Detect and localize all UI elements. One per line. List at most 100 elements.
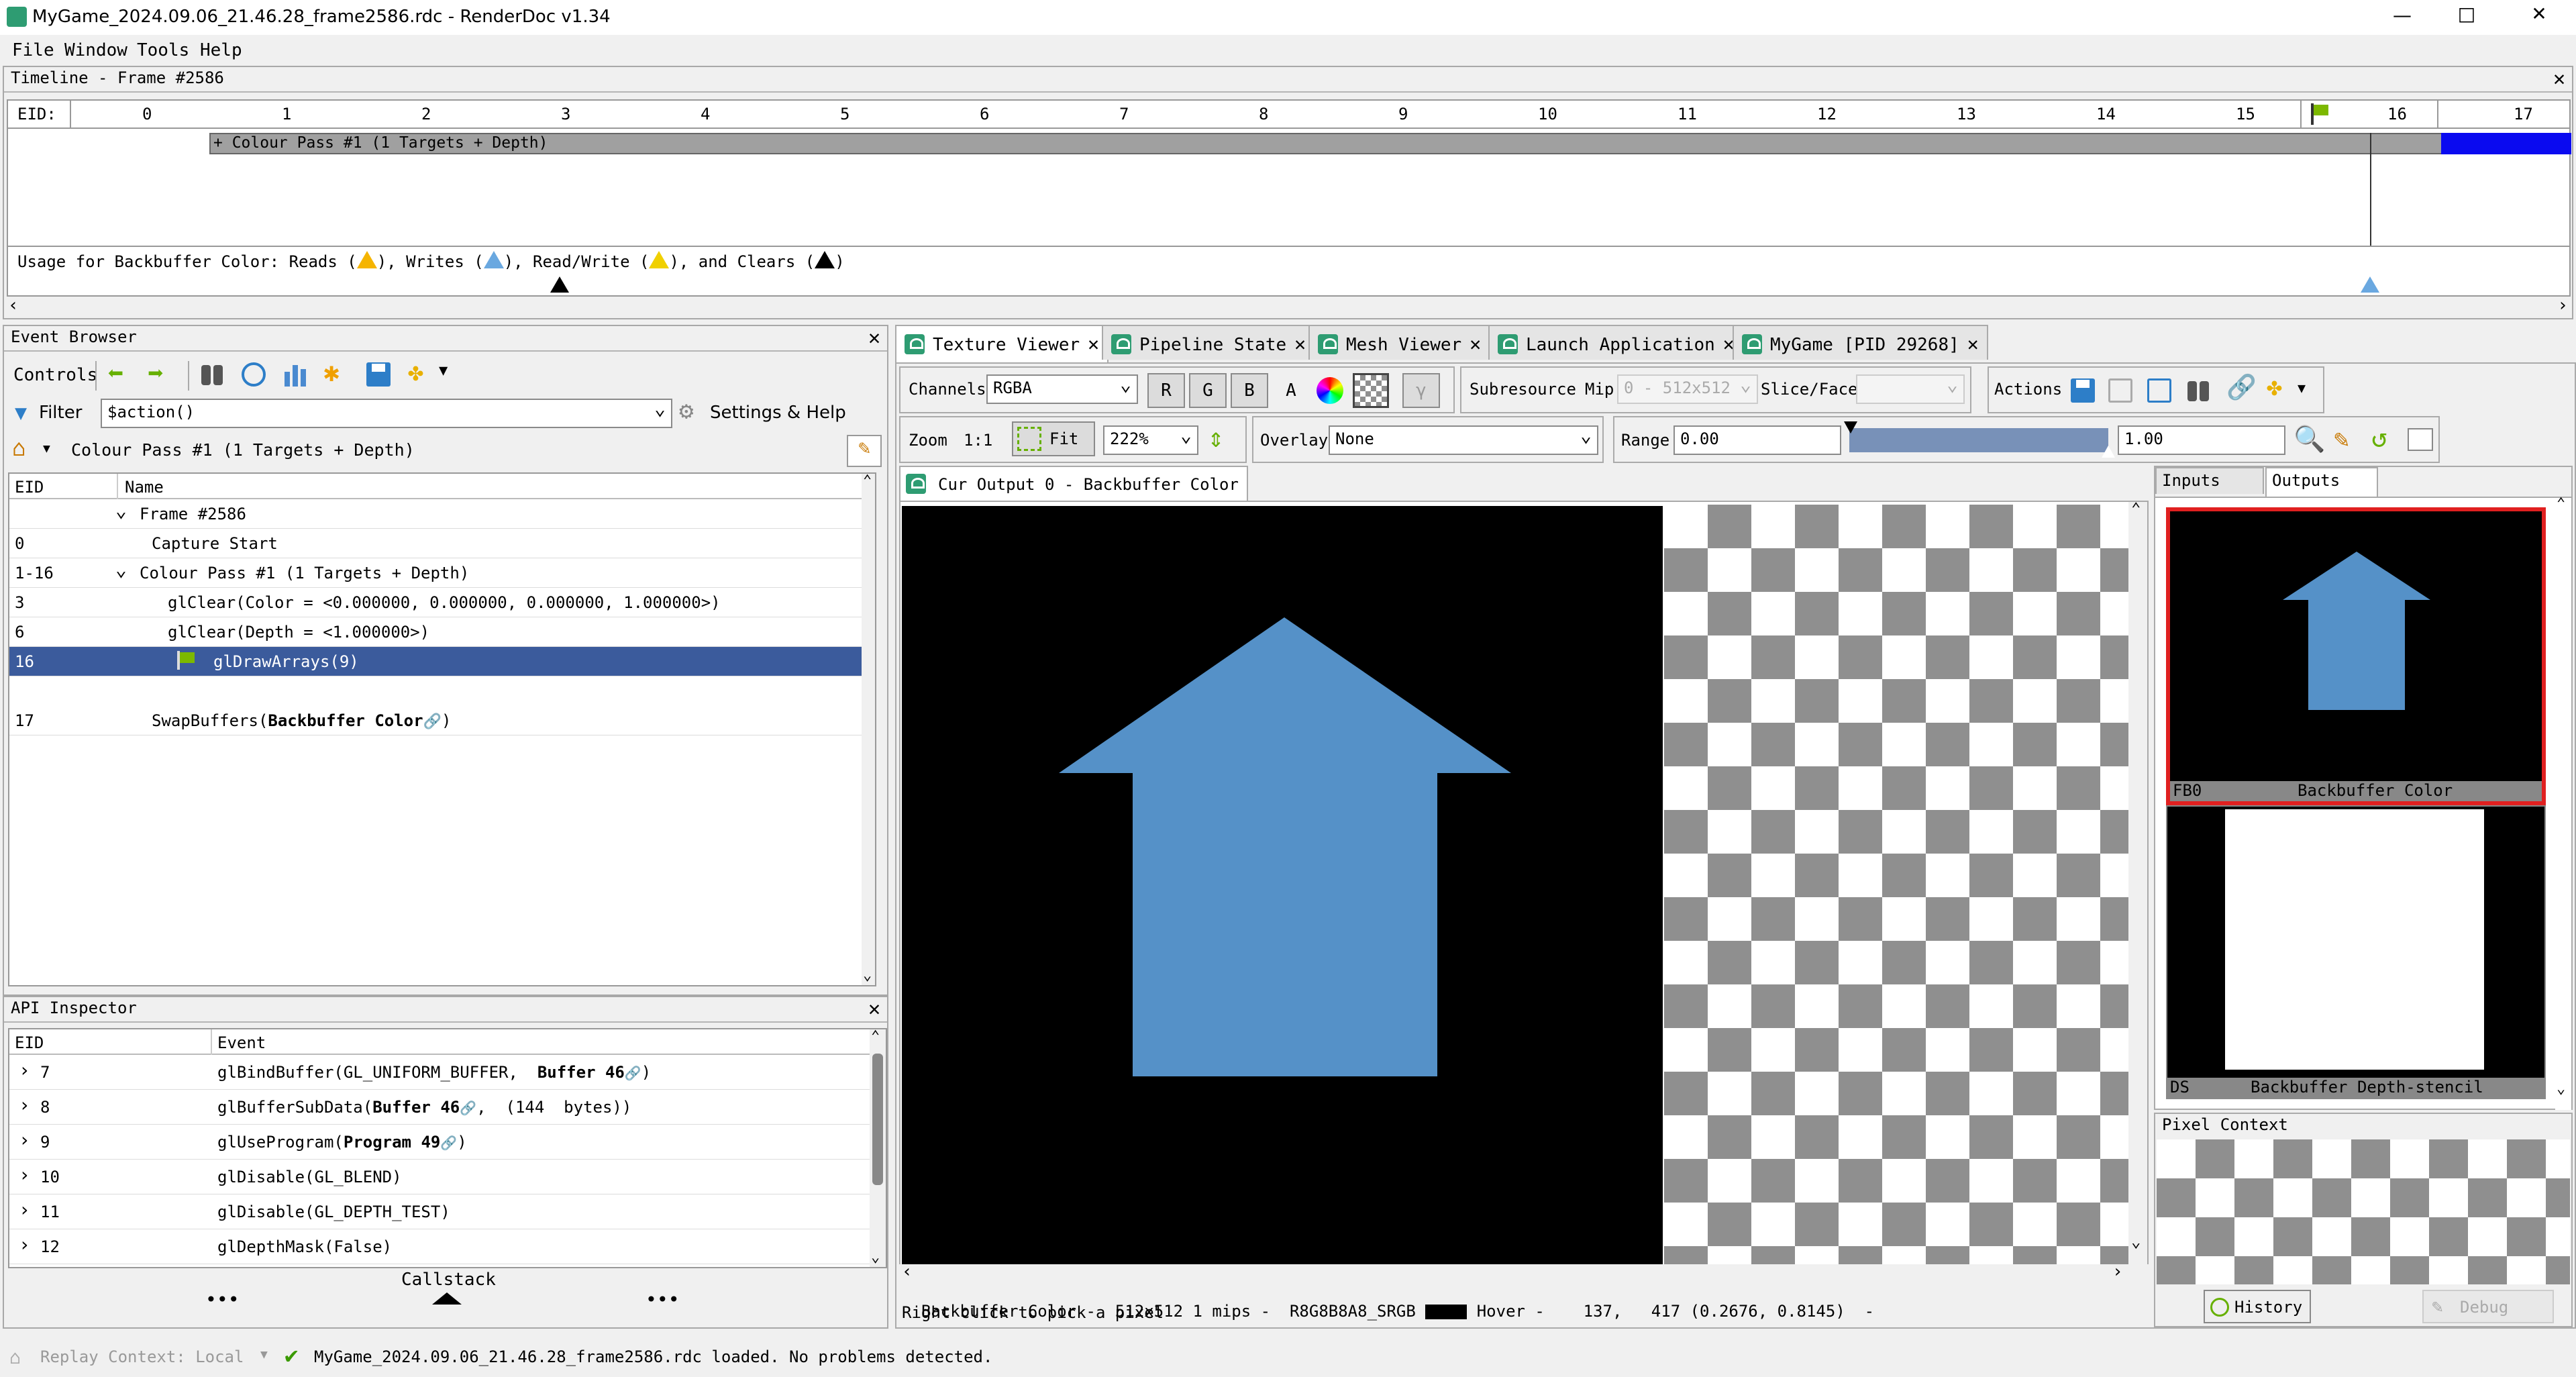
scroll-thumb[interactable] (872, 1054, 883, 1185)
scroll-left-icon[interactable]: ‹ (902, 1262, 913, 1282)
api-row[interactable]: › 10 glDisable(GL_BLEND) (9, 1160, 870, 1194)
channel-g-toggle[interactable]: G (1189, 373, 1227, 408)
viewport-vscroll[interactable]: ⌃ ⌄ (2128, 502, 2147, 1264)
minimize-button[interactable]: — (2382, 4, 2422, 26)
viewport-hscroll[interactable]: ‹ › (899, 1262, 2149, 1283)
event-browser-close-icon[interactable]: ✕ (864, 327, 884, 349)
link-icon[interactable]: 🔗 (423, 713, 442, 730)
timeline-close-icon[interactable]: ✕ (2549, 68, 2569, 90)
callstack-expand-icon[interactable] (432, 1292, 462, 1305)
event-row-swapbuffers[interactable]: 17 SwapBuffers(Backbuffer Color🔗) (9, 706, 862, 735)
expand-chevron-icon[interactable]: ⌄ (115, 499, 127, 521)
timeline-hscroll[interactable]: ‹ › (7, 295, 2571, 317)
channel-b-toggle[interactable]: B (1231, 373, 1268, 408)
column-eid[interactable]: EID (15, 1033, 44, 1052)
history-button[interactable]: History (2204, 1290, 2311, 1323)
open-resource-link-icon[interactable]: 🔗 (2226, 373, 2257, 401)
scroll-down-icon[interactable]: ⌄ (871, 1249, 880, 1266)
tab-pipeline-state[interactable]: Pipeline State ✕ (1102, 325, 1316, 360)
api-row[interactable]: › 12 glDepthMask(False) (9, 1229, 870, 1264)
zoom-one-to-one-button[interactable]: 1:1 (964, 431, 992, 450)
timeline-events[interactable]: + Colour Pass #1 (1 Targets + Depth) (7, 129, 2571, 247)
scroll-left-icon[interactable]: ‹ (8, 295, 19, 315)
api-row[interactable]: ›13glEnable(GL_CULL_FACE) (9, 1264, 870, 1267)
tab-outputs[interactable]: Outputs (2265, 467, 2378, 497)
range-max-input[interactable]: 1.00 (2118, 425, 2285, 455)
range-min-handle[interactable] (1844, 421, 1857, 434)
event-row[interactable]: 1-16 ⌄ Colour Pass #1 (1 Targets + Depth) (9, 558, 862, 588)
breadcrumb[interactable]: Colour Pass #1 (1 Targets + Depth) (71, 440, 415, 460)
expand-chevron-icon[interactable]: › (19, 1164, 30, 1186)
output-tab[interactable]: Cur Output 0 - Backbuffer Color (899, 466, 1248, 501)
scroll-down-icon[interactable]: ⌄ (2131, 1232, 2141, 1251)
link-icon[interactable]: 🔗 (460, 1100, 476, 1116)
column-name[interactable]: Name (125, 478, 164, 497)
expand-chevron-icon[interactable]: › (19, 1233, 30, 1256)
scroll-up-icon[interactable]: ⌃ (2131, 502, 2141, 518)
backbuffer-color-link[interactable]: Backbuffer Color (268, 711, 423, 730)
scroll-right-icon[interactable]: › (2112, 1262, 2123, 1282)
resource-link[interactable]: Buffer 46 (372, 1098, 460, 1117)
scroll-up-icon[interactable]: ⌃ (2557, 495, 2565, 512)
tab-texture-viewer[interactable]: Texture Viewer ✕ (895, 325, 1109, 362)
filter-input[interactable]: $action() (101, 399, 672, 428)
range-max-handle[interactable] (2102, 446, 2115, 458)
replay-context-dropdown-icon[interactable]: ▼ (260, 1347, 268, 1362)
link-icon[interactable]: 🔗 (625, 1065, 641, 1081)
link-icon[interactable]: 🔗 (440, 1135, 457, 1151)
zoom-range-magnifier-icon[interactable]: 🔍 (2294, 424, 2325, 454)
thumbnail-fb0[interactable]: FB0 Backbuffer Color (2166, 507, 2546, 805)
extensions-dropdown-icon[interactable]: ▼ (439, 362, 448, 379)
overlay-select[interactable]: None (1329, 425, 1598, 455)
view-texture-binoculars-icon[interactable] (2186, 378, 2210, 403)
close-icon[interactable]: ✕ (1088, 333, 1099, 355)
expand-chevron-icon[interactable]: › (19, 1094, 30, 1116)
event-tree-vscroll[interactable]: ⌃ ⌄ (862, 474, 875, 985)
api-table[interactable]: EID Event › 7 glBindBuffer(GL_UNIFORM_BUFF… (8, 1028, 887, 1268)
import-icon[interactable] (2147, 378, 2171, 403)
timeline-bars-icon[interactable] (283, 362, 307, 387)
callstack-left-grip[interactable]: ••• (205, 1288, 240, 1311)
expand-chevron-icon[interactable]: › (19, 1059, 30, 1081)
event-tree[interactable]: EID Name ⌄ Frame #2586 0 Capture Start 1-16 ⌄… (8, 472, 876, 986)
tab-mesh-viewer[interactable]: Mesh Viewer ✕ (1308, 325, 1491, 360)
scroll-right-icon[interactable]: › (2557, 295, 2568, 315)
column-event[interactable]: Event (217, 1033, 266, 1052)
channel-r-toggle[interactable]: R (1147, 373, 1185, 408)
goto-eid-clock-icon[interactable] (242, 362, 266, 387)
home-icon[interactable]: ⌂ (12, 435, 25, 462)
event-row[interactable]: ⌄ Frame #2586 (9, 499, 862, 529)
channel-a-toggle[interactable]: A (1272, 373, 1310, 408)
auto-fit-wand-icon[interactable]: ✎ (2334, 424, 2349, 454)
tab-mygame-pid[interactable]: MyGame [PID 29268] ✕ (1733, 325, 1988, 360)
range-min-input[interactable]: 0.00 (1673, 425, 1841, 455)
edit-bookmark-button[interactable]: ✎ (847, 435, 882, 467)
api-row[interactable]: › 7 glBindBuffer(GL_UNIFORM_BUFFER, Buffer… (9, 1055, 870, 1090)
tab-launch-application[interactable]: Launch Application ✕ (1488, 325, 1744, 360)
channels-select[interactable]: RGBA (986, 374, 1138, 404)
event-row[interactable]: 6 glClear(Depth = <1.000000>) (9, 617, 862, 647)
api-inspector-close-icon[interactable]: ✕ (864, 999, 884, 1020)
close-icon[interactable]: ✕ (1294, 333, 1306, 355)
gamma-toggle[interactable]: γ (1402, 373, 1440, 408)
resource-link[interactable]: Buffer 46 (537, 1063, 625, 1082)
expand-chevron-icon[interactable]: ⌄ (115, 558, 127, 580)
menu-window[interactable]: Window (64, 40, 127, 60)
api-row[interactable]: › 9 glUseProgram(Program 49🔗) (9, 1125, 870, 1160)
api-row[interactable]: › 8 glBufferSubData(Buffer 46🔗, (144 bytes… (9, 1090, 870, 1125)
previous-event-arrow-icon[interactable]: ⬅ (107, 358, 123, 389)
scroll-up-icon[interactable]: ⌃ (863, 474, 872, 489)
callstack-right-grip[interactable]: ••• (646, 1288, 680, 1311)
close-icon[interactable]: ✕ (1470, 333, 1481, 355)
maximize-button[interactable]: □ (2446, 3, 2487, 25)
color-wheel-icon[interactable] (1317, 377, 1343, 404)
actions-dropdown-icon[interactable]: ▼ (2298, 380, 2306, 396)
scroll-down-icon[interactable]: ⌄ (2557, 1080, 2565, 1097)
resource-link[interactable]: Program 49 (344, 1133, 441, 1152)
close-button[interactable]: ✕ (2519, 3, 2559, 25)
extensions-puzzle-icon[interactable]: ✤ (2267, 372, 2282, 401)
bookmark-star-icon[interactable]: ✱ (323, 357, 340, 388)
breadcrumb-dropdown-icon[interactable]: ▼ (43, 442, 50, 456)
save-disk-icon[interactable] (366, 362, 391, 387)
find-binoculars-icon[interactable] (200, 362, 224, 387)
